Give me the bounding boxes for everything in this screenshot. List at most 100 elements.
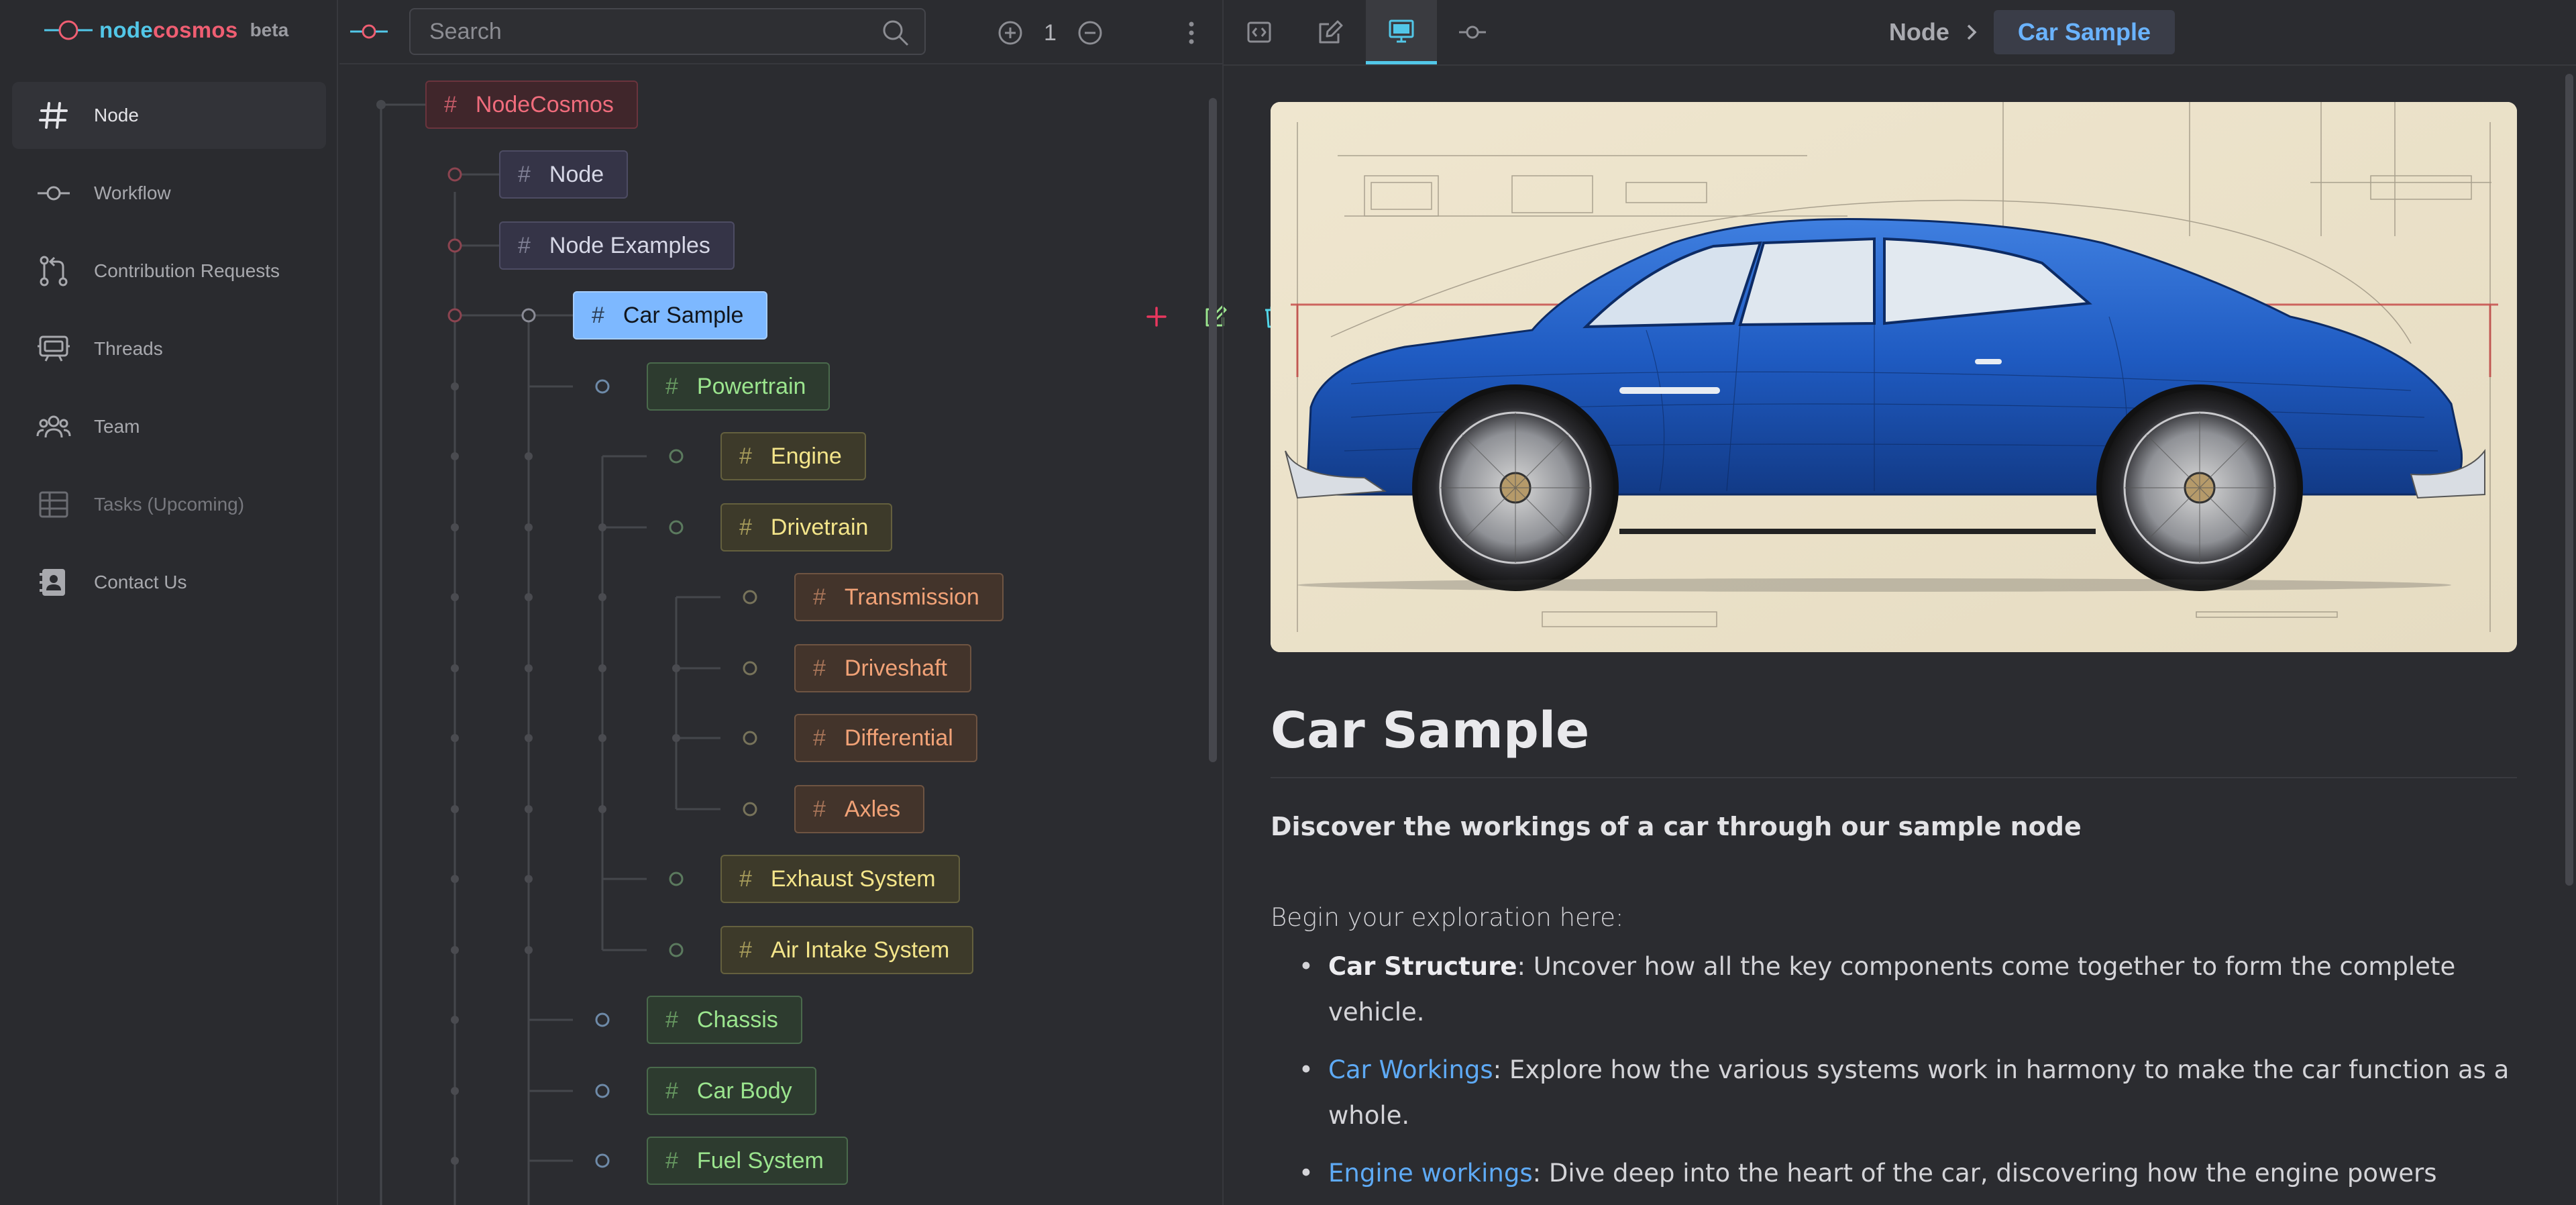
tree-node-node-examples[interactable]: # Node Examples: [499, 221, 735, 270]
sidebar-item-contribution-requests[interactable]: Contribution Requests: [12, 238, 326, 305]
sidebar-item-workflow[interactable]: Workflow: [12, 160, 326, 227]
sidebar-item-label: Threads: [94, 338, 163, 359]
tree-node-transmission[interactable]: # Transmission: [794, 573, 1004, 621]
search-icon[interactable]: [880, 17, 910, 47]
sidebar-item-tasks: Tasks (Upcoming): [12, 471, 326, 538]
page-title: Car Sample: [1271, 702, 2517, 778]
hash-icon: #: [739, 514, 752, 540]
sidebar-item-label: Workflow: [94, 182, 171, 203]
list-item: Car Structure: Uncover how all the key c…: [1299, 944, 2517, 1035]
workflow-icon[interactable]: [349, 15, 389, 48]
car-workings-link[interactable]: Car Workings: [1328, 1055, 1493, 1084]
hash-icon: #: [813, 584, 826, 610]
sidebar-item-label: Tasks (Upcoming): [94, 494, 245, 515]
node-pane: Node Car Sample Car Sample Discover the …: [1222, 0, 2576, 1205]
zoom-level: 1: [1044, 19, 1057, 46]
sidebar: nodecosmos beta Node Workflow Contributi…: [0, 0, 338, 1205]
beta-badge: beta: [250, 19, 289, 40]
threads-icon: [34, 329, 74, 369]
intro-text: Begin your exploration here:: [1271, 903, 1624, 932]
hash-icon: #: [665, 1006, 678, 1033]
zoom-out-icon[interactable]: [1077, 19, 1104, 46]
tree-node-exhaust-system[interactable]: # Exhaust System: [720, 855, 960, 903]
tree-node-nodecosmos[interactable]: # NodeCosmos: [425, 81, 638, 129]
code-icon: [1247, 21, 1271, 43]
hash-icon: #: [665, 1147, 678, 1173]
tree-node-powertrain[interactable]: # Powertrain: [647, 362, 830, 411]
list-item-label: Car Structure: [1328, 952, 1517, 981]
tree-scrollbar[interactable]: [1209, 98, 1217, 762]
add-node-button[interactable]: [1138, 298, 1175, 335]
sidebar-item-contact[interactable]: Contact Us: [12, 549, 326, 616]
brand-name: nodecosmos: [99, 17, 238, 42]
page-subtitle: Discover the workings of a car through o…: [1271, 812, 2082, 841]
zoom-in-icon[interactable]: [997, 19, 1024, 46]
breadcrumb-current[interactable]: Car Sample: [1993, 10, 2175, 54]
node-description: Car Sample Discover the workings of a ca…: [1271, 102, 2517, 1205]
hash-icon: #: [665, 373, 678, 399]
tree-node-axles[interactable]: # Axles: [794, 785, 925, 833]
hash-icon: #: [813, 655, 826, 681]
sidebar-item-node[interactable]: Node: [12, 82, 326, 149]
sidebar-item-label: Team: [94, 416, 140, 437]
sidebar-item-label: Node: [94, 105, 139, 125]
monitor-icon: [1389, 19, 1414, 42]
cover-image: [1271, 102, 2517, 652]
app-logo[interactable]: nodecosmos beta: [43, 13, 288, 47]
workflow-icon: [34, 173, 74, 213]
hash-icon: #: [739, 866, 752, 892]
sidebar-item-team[interactable]: Team: [12, 393, 326, 460]
edit-icon: [1319, 20, 1343, 44]
logo-icon: [44, 20, 93, 40]
tree-node-air-intake-system[interactable]: # Air Intake System: [720, 926, 974, 974]
sidebar-item-threads[interactable]: Threads: [12, 315, 326, 382]
tree-toolbar: 1: [339, 0, 1222, 64]
list-item: Car Workings: Explore how the various sy…: [1299, 1047, 2517, 1139]
tree-node-driveshaft[interactable]: # Driveshaft: [794, 644, 971, 692]
hash-icon: #: [739, 443, 752, 469]
breadcrumb-parent[interactable]: Node: [1889, 18, 1949, 46]
pane-toolbar: Node Car Sample: [1224, 0, 2576, 66]
list-item-text: : Explore how the various systems work i…: [1328, 1055, 2510, 1130]
sidebar-item-label: Contact Us: [94, 572, 187, 592]
hash-icon: #: [592, 302, 604, 328]
search-input[interactable]: [411, 9, 873, 54]
zoom-control: 1: [997, 16, 1104, 50]
tree-node-engine[interactable]: # Engine: [720, 432, 866, 480]
tree-pane: 1: [339, 0, 1434, 1205]
hash-icon: #: [665, 1078, 678, 1104]
tab-editor[interactable]: [1295, 0, 1366, 64]
list-item: Engine workings: Dive deep into the hear…: [1299, 1151, 2517, 1205]
pane-scrollbar[interactable]: [2565, 74, 2573, 886]
tree-node-car-body[interactable]: # Car Body: [647, 1067, 816, 1115]
contact-icon: [34, 562, 74, 602]
hash-icon: [34, 95, 74, 136]
plus-icon: [1146, 307, 1167, 327]
pull-request-icon: [34, 251, 74, 291]
sidebar-item-label: Contribution Requests: [94, 260, 280, 281]
hash-icon: #: [518, 232, 531, 258]
node-tree: # NodeCosmos # Node # Node Examples # Car Sa…: [339, 66, 1205, 1205]
chevron-right-icon: [1967, 24, 1977, 40]
tab-markdown[interactable]: [1224, 0, 1295, 64]
hash-icon: #: [444, 91, 457, 117]
tab-workflow[interactable]: [1437, 0, 1508, 64]
hash-icon: #: [518, 161, 531, 187]
feature-list: Car Structure: Uncover how all the key c…: [1271, 944, 2517, 1205]
team-icon: [34, 407, 74, 447]
tree-node-car-sample[interactable]: # Car Sample: [573, 291, 768, 339]
engine-workings-link[interactable]: Engine workings: [1328, 1159, 1533, 1188]
tab-description[interactable]: [1366, 0, 1437, 64]
tree-node-node[interactable]: # Node: [499, 150, 629, 199]
search-box[interactable]: [409, 8, 926, 55]
tree-node-fuel-system[interactable]: # Fuel System: [647, 1137, 848, 1185]
hash-icon: #: [739, 937, 752, 963]
hash-icon: #: [813, 796, 826, 822]
hash-icon: #: [813, 725, 826, 751]
tree-node-chassis[interactable]: # Chassis: [647, 996, 802, 1044]
breadcrumb: Node Car Sample: [1889, 9, 2175, 55]
table-icon: [34, 484, 74, 525]
tree-node-differential[interactable]: # Differential: [794, 714, 977, 762]
more-vertical-icon[interactable]: [1178, 17, 1205, 48]
tree-node-drivetrain[interactable]: # Drivetrain: [720, 503, 893, 552]
